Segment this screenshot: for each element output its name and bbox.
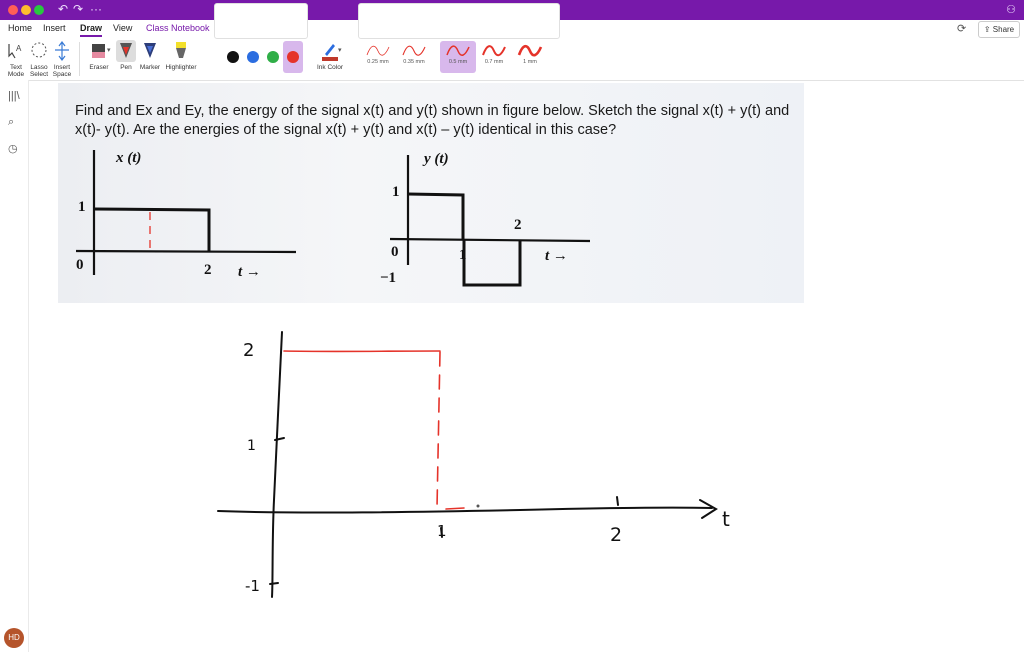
text-mode-button[interactable]: A Text Mode (5, 40, 27, 78)
marker-icon (144, 43, 156, 58)
marker-button[interactable]: Marker (138, 40, 162, 71)
tab-home[interactable]: Home (8, 23, 32, 33)
share-button[interactable]: ⇪ Share (978, 21, 1020, 38)
color-swatch-red[interactable] (287, 51, 299, 63)
highlighter-label: Highlighter (165, 64, 197, 71)
sketch-label-x2: 2 (610, 524, 623, 546)
eraser-label: Eraser (89, 64, 109, 71)
sketch-red-signal (283, 350, 465, 510)
color-swatch-blue[interactable] (247, 51, 259, 63)
sketch-label-x1: 1 (437, 522, 447, 540)
insert-space-button[interactable]: Insert Space (51, 40, 73, 78)
sketch-tick-minus1 (269, 582, 279, 585)
fig-y-tick-1: 1 (459, 247, 467, 263)
marker-label: Marker (139, 64, 161, 71)
sketch-t-arrow (699, 499, 718, 519)
thickness-label: 0.35 mm (403, 59, 425, 65)
fig-x-title: x (t) (116, 150, 142, 166)
notebooks-icon[interactable]: |||\ (8, 90, 20, 102)
problem-text: Find and Ex and Ey, the energy of the si… (75, 103, 790, 138)
sketch-red-drop (436, 351, 441, 509)
eraser-button[interactable]: Eraser (86, 40, 112, 71)
thickness-option[interactable]: 0.7 mm (476, 41, 512, 73)
sketch-dot (476, 504, 480, 508)
insert-space-icon (55, 41, 69, 61)
highlighter-button[interactable]: Highlighter (163, 40, 199, 71)
sketch-tick-1 (274, 437, 285, 441)
sketch-tick-x2 (616, 496, 619, 506)
ink-color-label: Ink Color (316, 64, 343, 71)
pen-button[interactable]: Pen (115, 40, 137, 71)
fig-x-origin: 0 (76, 257, 84, 273)
lasso-icon (31, 42, 47, 58)
tab-class-notebook[interactable]: Class Notebook (146, 23, 210, 33)
insert-space-label: Insert Space (52, 64, 72, 78)
lasso-select-label: Lasso Select (29, 64, 49, 78)
color-swatch-green[interactable] (267, 51, 279, 63)
fig-y-level-minus1: −1 (380, 270, 397, 286)
collaborate-icon[interactable]: ⚇ (1006, 3, 1016, 16)
sync-icon[interactable]: ⟳ (957, 22, 966, 35)
thickness-label: 0.25 mm (367, 59, 389, 65)
lasso-select-button[interactable]: Lasso Select (28, 40, 50, 78)
fig-y-title: y (t) (424, 151, 449, 167)
left-navigation-rail: |||\ ⌕ ◷ (0, 80, 29, 652)
ink-color-dropdown-icon[interactable]: ▾ (338, 46, 342, 54)
avatar[interactable]: HD (4, 628, 24, 648)
fig-y-tick-2: 2 (514, 217, 522, 233)
fig-x-tick-2: 2 (204, 262, 212, 278)
tab-draw[interactable]: Draw (80, 23, 103, 37)
share-label: Share (992, 25, 1015, 34)
stroke-preview-icon (366, 45, 390, 56)
thickness-option[interactable]: 1 mm (512, 41, 548, 73)
toolbar-divider (79, 42, 80, 76)
thickness-label: 0.5 mm (448, 59, 468, 65)
thickness-group (358, 3, 560, 39)
text-mode-icon: A (8, 44, 22, 59)
stroke-preview-icon (402, 45, 426, 56)
fig-x-t-label: t → (238, 264, 261, 280)
sketch-red-tail (445, 507, 465, 510)
recent-clock-icon[interactable]: ◷ (8, 142, 18, 155)
thickness-option[interactable]: 0.35 mm (396, 41, 432, 73)
stroke-preview-icon (446, 45, 470, 56)
thickness-label: 0.7 mm (484, 59, 504, 65)
eraser-icon (92, 44, 105, 58)
stroke-preview-icon (517, 44, 543, 57)
sketch-label-minus1: -1 (245, 577, 260, 595)
thickness-label: 1 mm (523, 59, 537, 65)
tab-insert[interactable]: Insert (43, 23, 66, 33)
thickness-option[interactable]: 0.25 mm (360, 41, 396, 73)
thickness-option[interactable]: 0.5 mm (440, 41, 476, 73)
sketch-label-2: 2 (243, 340, 255, 361)
pen-icon (116, 40, 136, 62)
sketch-t-axis (217, 506, 713, 514)
tab-view[interactable]: View (113, 23, 132, 33)
ink-color-button[interactable]: Ink Color (314, 40, 346, 71)
svg-text:A: A (16, 44, 22, 53)
fig-y-t-label: t → (545, 248, 568, 264)
ink-color-icon (322, 44, 338, 61)
search-icon[interactable]: ⌕ (8, 116, 14, 129)
highlighter-icon (176, 42, 186, 58)
eraser-dropdown-icon[interactable]: ▾ (107, 46, 111, 54)
sketch-y-axis (271, 331, 283, 598)
fig-x-level-1: 1 (78, 199, 86, 215)
fig-y-level-1: 1 (392, 184, 400, 200)
fig-y-origin: 0 (391, 244, 399, 260)
sketch-label-1: 1 (247, 438, 256, 454)
sketch-axis-t-label: t (722, 507, 730, 531)
ink-swatch-group (214, 3, 308, 39)
pen-label: Pen (120, 64, 132, 71)
color-swatch-black[interactable] (227, 51, 239, 63)
stroke-preview-icon (482, 45, 506, 57)
sketch-axes (217, 331, 718, 598)
text-mode-label: Text Mode (7, 64, 25, 78)
